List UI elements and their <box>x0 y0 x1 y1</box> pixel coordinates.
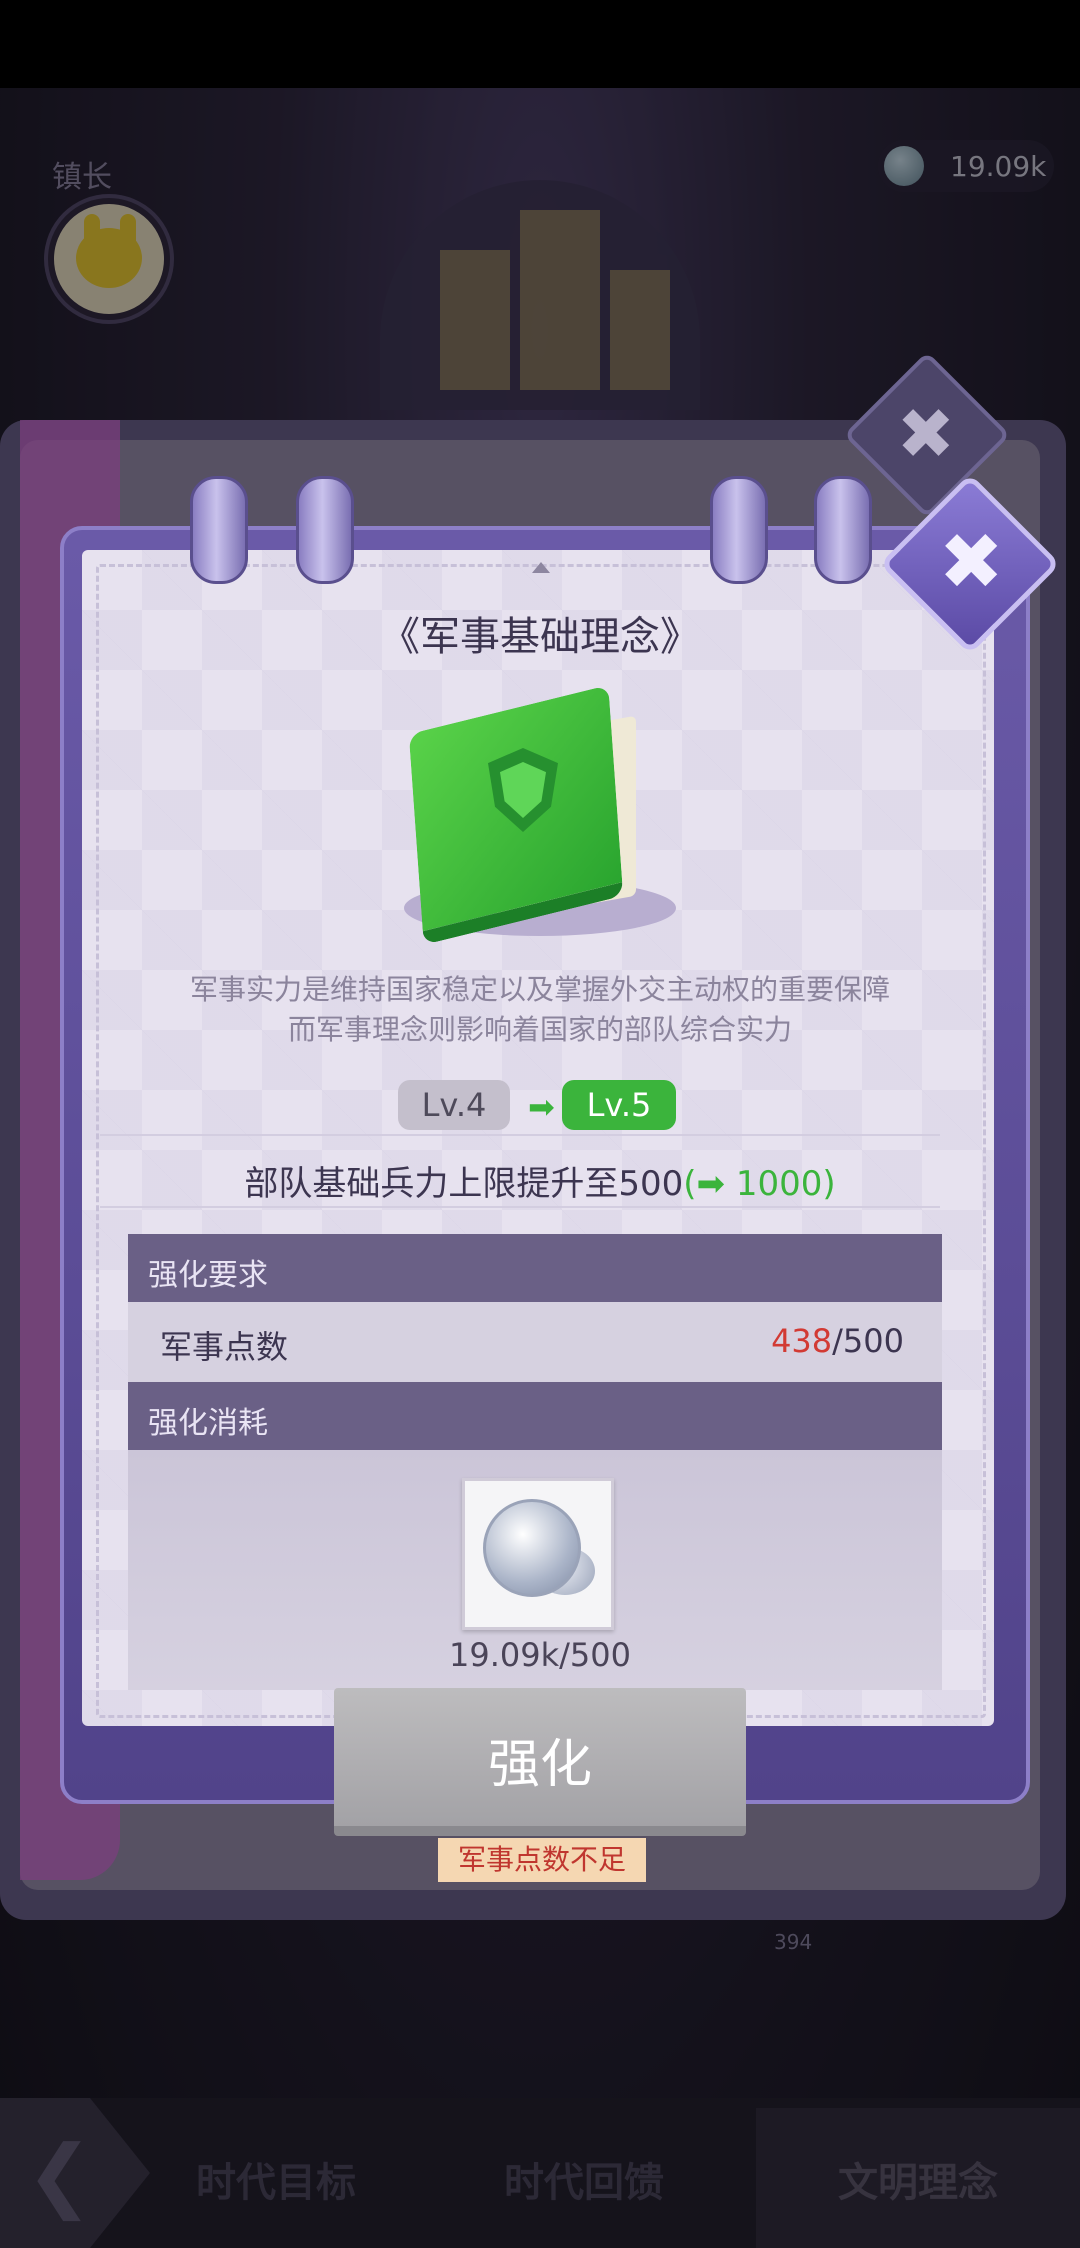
close-icon: ✖ <box>896 392 956 475</box>
binder-ring <box>814 476 872 584</box>
status-bar <box>0 0 1080 88</box>
silver-coin-icon <box>483 1499 581 1597</box>
divider <box>100 1206 940 1208</box>
requirement-total: /500 <box>832 1322 904 1360</box>
effect-base: 部队基础兵力上限提升至500 <box>244 1164 684 1204</box>
effect-close: ) <box>822 1164 836 1204</box>
requirement-header: 强化要求 <box>128 1234 942 1302</box>
binder-ring <box>296 476 354 584</box>
scroll-up-icon <box>532 562 550 573</box>
enhance-button[interactable]: 强化 <box>334 1688 746 1836</box>
effect-new-value: 1000 <box>735 1164 823 1204</box>
arrow-right-icon: ➡ <box>528 1088 555 1126</box>
green-shield-book-icon <box>408 685 646 945</box>
binder-ring <box>190 476 248 584</box>
consume-header: 强化消耗 <box>128 1382 942 1450</box>
description-line-1: 军事实力是维持国家稳定以及掌握外交主动权的重要保障 <box>189 973 890 1006</box>
cost-item-slot[interactable] <box>462 1478 614 1630</box>
consume-header-label: 强化消耗 <box>148 1406 268 1441</box>
effect-open: ( <box>683 1164 697 1204</box>
requirement-current: 438 <box>771 1322 833 1360</box>
binder-ring <box>710 476 768 584</box>
requirement-name: 军事点数 <box>160 1328 289 1366</box>
requirement-value: 438/500 <box>771 1322 904 1360</box>
insufficient-warning: 军事点数不足 <box>438 1838 646 1882</box>
tab-era-reward[interactable]: 时代回馈 <box>504 2150 664 2208</box>
divider <box>100 1134 940 1136</box>
requirement-row: 军事点数 438/500 <box>128 1302 942 1382</box>
requirement-header-label: 强化要求 <box>148 1258 268 1293</box>
page-number: 394 <box>774 1930 813 1954</box>
card-title: 《军事基础理念》 <box>380 614 700 660</box>
level-next: Lv.5 <box>562 1080 676 1130</box>
cost-amount: 19.09k/500 <box>449 1636 631 1674</box>
enhance-button-label: 强化 <box>487 1735 592 1795</box>
back-arrow-icon: ❮ <box>26 2128 94 2221</box>
level-current: Lv.4 <box>398 1080 510 1130</box>
effect-text: 部队基础兵力上限提升至500(➡ 1000) <box>0 1156 1080 1205</box>
description-line-2: 而军事理念则影响着国家的部队综合实力 <box>287 1013 792 1046</box>
tab-civilization-concept[interactable]: 文明理念 <box>838 2150 998 2208</box>
arrow-right-icon: ➡ <box>696 1164 726 1204</box>
close-icon: ✖ <box>938 517 1004 608</box>
tab-era-goal[interactable]: 时代目标 <box>196 2150 356 2208</box>
